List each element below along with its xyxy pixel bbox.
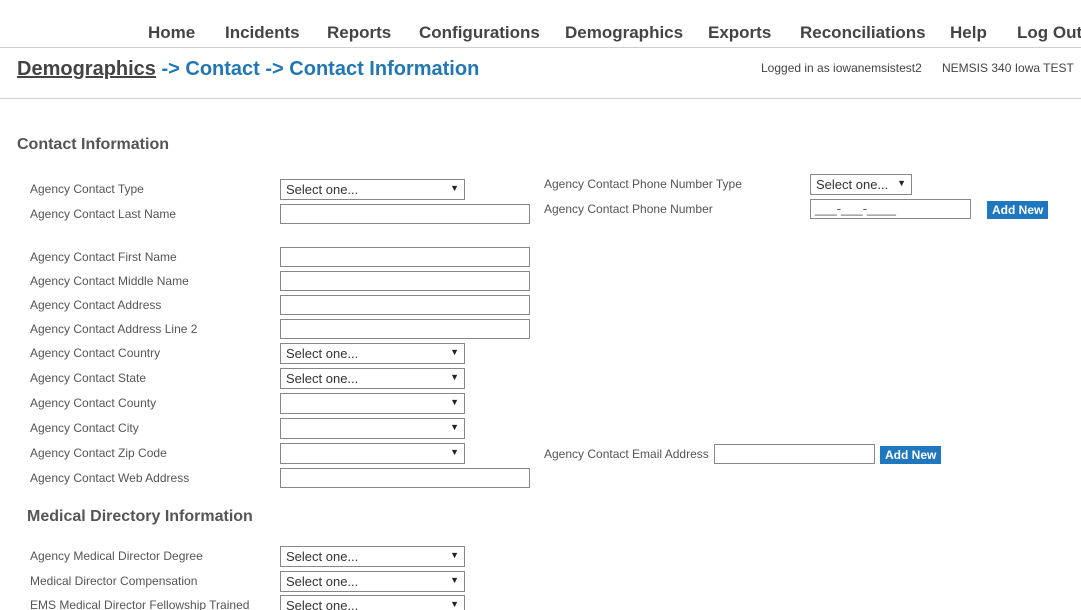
contact-state-select[interactable]: Select one... ▼ <box>280 368 465 389</box>
contact-first-name-label: Agency Contact First Name <box>30 250 177 264</box>
contact-middle-name-label: Agency Contact Middle Name <box>30 274 189 288</box>
contact-zip-label: Agency Contact Zip Code <box>30 446 167 460</box>
director-fellowship-value: Select one... <box>286 598 359 610</box>
contact-city-select[interactable]: ▼ <box>280 418 465 439</box>
nav-home[interactable]: Home <box>148 23 195 43</box>
director-degree-label: Agency Medical Director Degree <box>30 549 203 563</box>
nav-demographics[interactable]: Demographics <box>565 23 683 43</box>
nav-configurations[interactable]: Configurations <box>419 23 540 43</box>
dropdown-arrow-icon: ▼ <box>897 178 906 188</box>
breadcrumb-current: Contact Information <box>289 58 480 80</box>
nav-reconciliations[interactable]: Reconciliations <box>800 23 926 43</box>
contact-address-input[interactable] <box>280 295 530 315</box>
contact-state-label: Agency Contact State <box>30 371 147 385</box>
contact-first-name-input[interactable] <box>280 247 530 267</box>
email-label: Agency Contact Email Address <box>544 447 709 461</box>
contact-country-value: Select one... <box>286 346 359 361</box>
nav-logout[interactable]: Log Out <box>1017 23 1081 43</box>
add-phone-button[interactable]: Add New <box>987 201 1049 219</box>
director-fellowship-label: EMS Medical Director Fellowship Trained <box>30 598 250 610</box>
director-degree-value: Select one... <box>286 549 359 564</box>
nav-incidents[interactable]: Incidents <box>225 23 300 43</box>
director-degree-select[interactable]: Select one... ▼ <box>280 546 465 567</box>
contact-county-label: Agency Contact County <box>30 396 157 410</box>
dropdown-arrow-icon: ▼ <box>450 397 459 407</box>
contact-country-select[interactable]: Select one... ▼ <box>280 343 465 364</box>
contact-zip-select[interactable]: ▼ <box>280 443 465 464</box>
phone-number-input[interactable]: ___-___-____ <box>810 199 971 219</box>
phone-type-select[interactable]: Select one... ▼ <box>810 174 912 195</box>
top-navigation: Home Incidents Reports Configurations De… <box>0 0 1081 48</box>
dropdown-arrow-icon: ▼ <box>450 347 459 357</box>
director-fellowship-select[interactable]: Select one... ▼ <box>280 595 465 610</box>
breadcrumb: Demographics -> Contact -> Contact Infor… <box>17 58 479 81</box>
contact-country-label: Agency Contact Country <box>30 346 161 360</box>
breadcrumb-separator: -> <box>259 58 290 80</box>
nav-help[interactable]: Help <box>950 23 987 43</box>
dropdown-arrow-icon: ▼ <box>450 550 459 560</box>
nav-reports[interactable]: Reports <box>327 23 391 43</box>
dropdown-arrow-icon: ▼ <box>450 422 459 432</box>
contact-last-name-label: Agency Contact Last Name <box>30 207 177 221</box>
medical-directory-heading: Medical Directory Information <box>27 508 253 525</box>
logged-in-user: Logged in as iowanemsistest2 <box>761 61 922 75</box>
phone-number-label: Agency Contact Phone Number <box>544 202 713 216</box>
contact-type-label: Agency Contact Type <box>30 182 144 196</box>
breadcrumb-separator: -> <box>155 58 186 80</box>
phone-type-value: Select one... <box>816 177 889 192</box>
contact-information-heading: Contact Information <box>17 136 169 153</box>
contact-middle-name-input[interactable] <box>280 271 530 291</box>
contact-type-select[interactable]: Select one... ▼ <box>280 179 465 200</box>
phone-type-label: Agency Contact Phone Number Type <box>544 177 742 191</box>
dropdown-arrow-icon: ▼ <box>450 575 459 585</box>
contact-city-label: Agency Contact City <box>30 421 139 435</box>
contact-county-select[interactable]: ▼ <box>280 393 465 414</box>
breadcrumb-demographics-link[interactable]: Demographics <box>17 58 156 80</box>
contact-web-address-label: Agency Contact Web Address <box>30 471 190 485</box>
breadcrumb-bar: Demographics -> Contact -> Contact Infor… <box>0 48 1081 99</box>
director-compensation-label: Medical Director Compensation <box>30 574 198 588</box>
nav-exports[interactable]: Exports <box>708 23 771 43</box>
contact-state-value: Select one... <box>286 371 359 386</box>
email-input[interactable] <box>714 444 875 464</box>
dropdown-arrow-icon: ▼ <box>450 447 459 457</box>
contact-address2-label: Agency Contact Address Line 2 <box>30 322 198 336</box>
director-compensation-value: Select one... <box>286 574 359 589</box>
dropdown-arrow-icon: ▼ <box>450 183 459 193</box>
contact-address2-input[interactable] <box>280 319 530 339</box>
contact-last-name-input[interactable] <box>280 204 530 224</box>
dropdown-arrow-icon: ▼ <box>450 599 459 609</box>
contact-address-label: Agency Contact Address <box>30 298 162 312</box>
contact-type-value: Select one... <box>286 182 359 197</box>
director-compensation-select[interactable]: Select one... ▼ <box>280 571 465 592</box>
dropdown-arrow-icon: ▼ <box>450 372 459 382</box>
add-email-button[interactable]: Add New <box>880 446 942 464</box>
environment-label: NEMSIS 340 Iowa TEST <box>942 61 1074 75</box>
contact-web-address-input[interactable] <box>280 468 530 488</box>
breadcrumb-contact: Contact <box>185 58 260 80</box>
